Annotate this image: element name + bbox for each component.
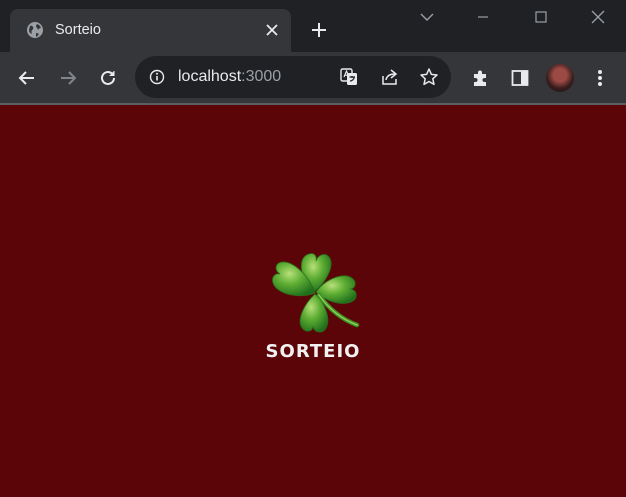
url-text[interactable]: localhost:3000 [178,68,281,86]
globe-icon [26,21,44,39]
maximize-icon[interactable] [530,6,552,28]
close-tab-icon[interactable] [262,20,282,40]
reload-icon[interactable] [95,65,121,91]
side-panel-icon[interactable] [507,65,533,91]
brand-title: SORTEIO [265,341,361,362]
new-tab-button[interactable] [306,17,332,43]
share-icon[interactable] [380,67,400,87]
forward-arrow-icon[interactable] [55,65,81,91]
back-arrow-icon[interactable] [14,65,40,91]
tab-title: Sorteio [55,22,101,38]
profile-avatar[interactable] [546,64,574,92]
page-content: SORTEIO [0,105,626,497]
extensions-puzzle-icon[interactable] [467,65,493,91]
info-icon[interactable] [147,67,167,87]
four-leaf-clover-icon [269,251,362,336]
translate-icon[interactable] [339,67,359,87]
browser-titlebar: Sorteio [0,0,626,52]
chevron-down-icon[interactable] [416,6,438,28]
menu-kebab-icon[interactable] [587,65,613,91]
browser-toolbar: localhost:3000 [0,52,626,103]
url-host: localhost [178,68,242,85]
close-icon[interactable] [587,6,609,28]
browser-tab[interactable]: Sorteio [10,9,291,52]
address-bar[interactable]: localhost:3000 [135,56,451,98]
url-port: :3000 [241,68,282,85]
bookmark-star-icon[interactable] [419,67,439,87]
minimize-icon[interactable] [472,6,494,28]
